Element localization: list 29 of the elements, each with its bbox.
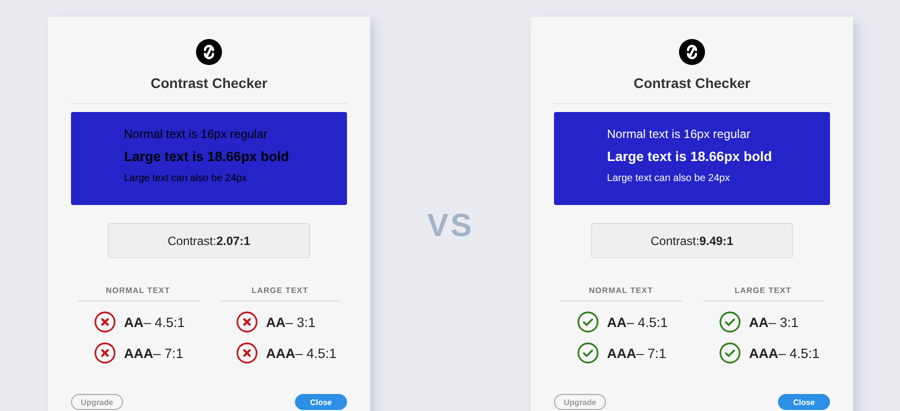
upgrade-button[interactable]: Upgrade	[554, 394, 606, 410]
column-heading: LARGE TEXT	[220, 286, 340, 302]
contrast-ratio: Contrast:2.07:1	[108, 223, 310, 258]
sample-text: Large text can also be 24px	[607, 173, 731, 184]
logo-icon	[196, 39, 222, 65]
criterion-label: AAA– 7:1	[124, 346, 184, 360]
criterion-label: AA– 4.5:1	[607, 314, 668, 330]
logo-icon	[679, 39, 705, 65]
sample-text: Large text can also be 24px	[124, 173, 248, 184]
upgrade-button[interactable]: Upgrade	[71, 394, 123, 410]
criterion-label: AA– 3:1	[266, 314, 316, 330]
criterion-label: AAA– 4.5:1	[266, 346, 337, 360]
sample-text: Normal text is 16px regular	[607, 127, 752, 141]
close-button[interactable]: Close	[295, 394, 347, 410]
dialog-title: Contrast Checker	[150, 75, 268, 91]
column-heading: LARGE TEXT	[702, 286, 824, 302]
sample-text: Large text is 18.66px bold	[124, 149, 290, 164]
dialog-title: Contrast Checker	[634, 75, 750, 91]
criterion-label: AA– 3:1	[749, 314, 799, 330]
vs-label: VS	[426, 207, 475, 244]
criterion-label: AAA– 7:1	[607, 346, 666, 360]
criterion-label: AA– 4.5:1	[124, 314, 185, 330]
contrast-ratio: Contrast:9.49:1	[591, 223, 793, 258]
column-heading: NORMAL TEXT	[78, 286, 198, 302]
column-heading: NORMAL TEXT	[560, 286, 682, 302]
sample-text: Normal text is 16px regular	[124, 127, 268, 141]
sample-text: Large text is 18.66px bold	[607, 149, 774, 164]
close-button[interactable]: Close	[778, 394, 830, 410]
criterion-label: AAA– 4.5:1	[749, 346, 820, 360]
